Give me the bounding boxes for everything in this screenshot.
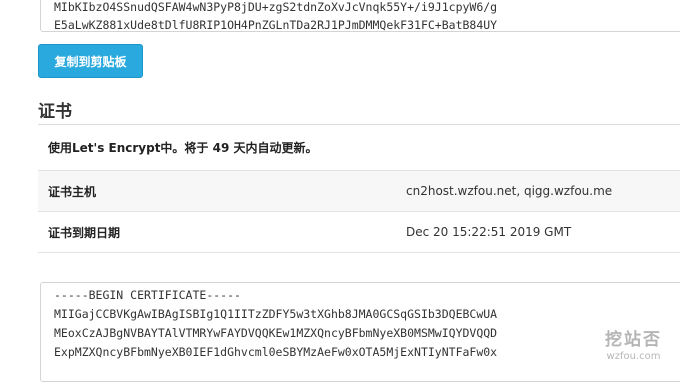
certificate-section-title: 证书 [38, 102, 72, 122]
certificate-hosts-value: cn2host.wzfou.net, qigg.wzfou.me [406, 184, 613, 198]
private-key-line: MIbKIbzO4SSnudQSFAW4wN3PyP8jDU+zgS2tdnZo… [54, 0, 498, 14]
certificate-expiry-value: Dec 20 15:22:51 2019 GMT [406, 225, 572, 239]
certificate-expiry-label: 证书到期日期 [48, 225, 121, 240]
certificate-renewal-note-row: 使用Let's Encrypt中。将于 49 天内自动更新。 [38, 125, 680, 171]
copy-to-clipboard-button[interactable]: 复制到剪贴板 [38, 44, 143, 78]
certificate-pem-line: MEoxCzAJBgNVBAYTAlVTMRYwFAYDVQQKEw1MZXQn… [54, 326, 498, 340]
certificate-renewal-note: 使用Let's Encrypt中。将于 49 天内自动更新。 [48, 141, 318, 155]
watermark-domain: wzfou.com [606, 351, 661, 362]
certificate-hosts-row: 证书主机 cn2host.wzfou.net, qigg.wzfou.me [38, 171, 680, 212]
certificate-pem-line: MIIGajCCBVKgAwIBAgISBIg1Q1IITzZDFY5w3tXG… [54, 307, 498, 321]
watermark-logo-text: 挖站否 [605, 330, 662, 350]
certificate-expiry-row: 证书到期日期 Dec 20 15:22:51 2019 GMT [38, 212, 680, 253]
certificate-pem-line: -----BEGIN CERTIFICATE----- [54, 288, 241, 302]
certificate-hosts-label: 证书主机 [48, 184, 97, 199]
private-key-line: E5aLwKZ881xUde8tDlfU8RIP1OH4PnZGLnTDa2RJ… [54, 18, 498, 32]
certificate-pem-line: ExpMZXQncyBFbmNyeXB0IEF1dGhvcml0eSBYMzAe… [54, 345, 498, 359]
private-key-textarea[interactable]: MIbKIbzO4SSnudQSFAW4wN3PyP8jDU+zgS2tdnZo… [40, 0, 680, 32]
certificate-table: 使用Let's Encrypt中。将于 49 天内自动更新。 证书主机 cn2h… [38, 124, 680, 253]
certificate-pem-textarea[interactable]: -----BEGIN CERTIFICATE----- MIIGajCCBVKg… [40, 282, 680, 382]
site-watermark: 挖站否 wzfou.com [605, 325, 662, 362]
